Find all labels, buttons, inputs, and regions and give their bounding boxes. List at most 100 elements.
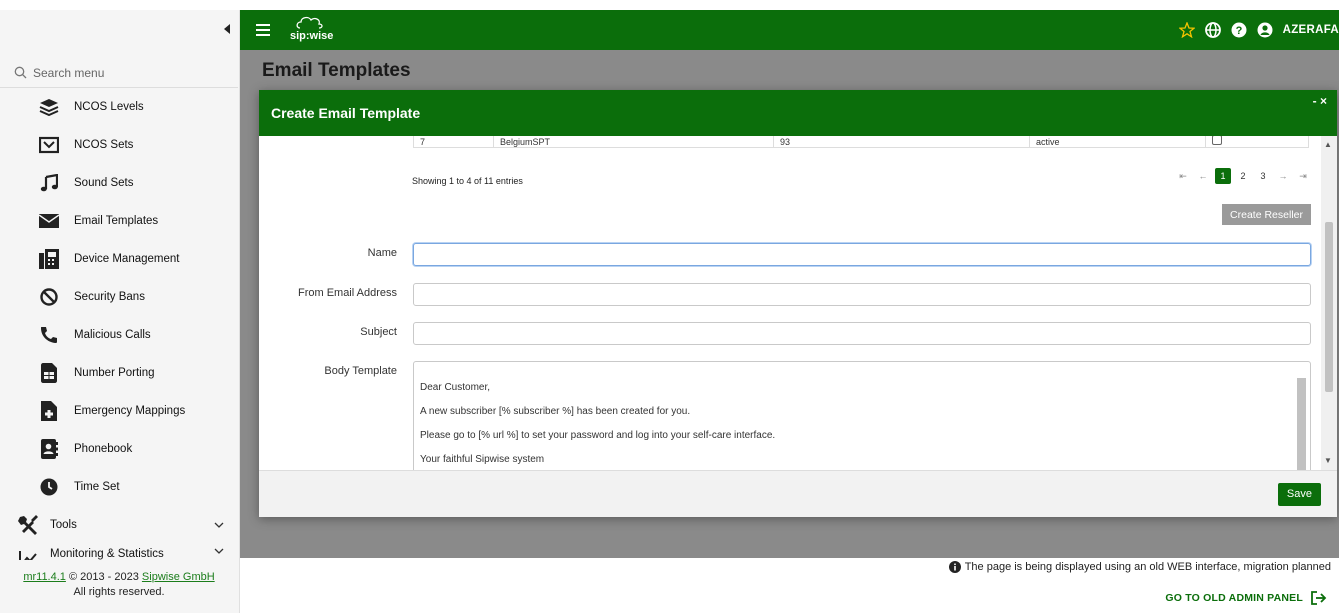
music-note-icon — [38, 172, 60, 194]
sidebar-item-malicious-calls[interactable]: Malicious Calls — [0, 316, 238, 354]
sign-out-icon — [1311, 591, 1327, 605]
svg-text:?: ? — [1235, 25, 1242, 37]
pager-prev[interactable]: ← — [1195, 168, 1211, 184]
table-cell-status: active — [1030, 136, 1206, 147]
sidebar: Search menu NCOS Levels NCOS Sets Sound … — [0, 10, 240, 613]
sidebar-item-email-templates[interactable]: Email Templates — [0, 202, 238, 240]
subject-row: Subject — [259, 322, 1321, 346]
body-template-label: Body Template — [324, 365, 397, 377]
from-email-label: From Email Address — [297, 287, 397, 299]
sidebar-item-monitoring[interactable]: Monitoring & Statistics — [0, 544, 238, 560]
clock-icon — [38, 476, 60, 498]
sidebar-item-label: Tools — [50, 519, 77, 531]
tools-icon — [18, 514, 40, 536]
sidebar-item-ncos-levels[interactable]: NCOS Levels — [0, 88, 238, 126]
table-cell-id: 7 — [414, 136, 494, 147]
body-template-text: Dear Customer, A new subscriber [% subsc… — [420, 382, 776, 465]
modal-title: Create Email Template — [271, 105, 421, 121]
search-input[interactable]: Search menu — [33, 66, 104, 80]
body-template-row: Body Template Dear Customer, A new subsc… — [259, 361, 1321, 470]
star-icon[interactable] — [1178, 22, 1195, 38]
sidebar-item-label: NCOS Sets — [74, 139, 134, 151]
subject-field[interactable] — [413, 322, 1311, 345]
pager-first[interactable]: ⇤ — [1175, 168, 1191, 184]
save-button[interactable]: Save — [1277, 483, 1321, 506]
topbar-actions: ? AZERAFA — [1178, 10, 1339, 50]
envelope-icon — [38, 210, 60, 232]
modal-header: Create Email Template - × — [259, 90, 1337, 136]
user-icon[interactable] — [1257, 22, 1273, 38]
create-reseller-button[interactable]: Create Reseller — [1222, 204, 1311, 225]
sidebar-item-device-management[interactable]: Device Management — [0, 240, 238, 278]
company-link[interactable]: Sipwise GmbH — [142, 571, 215, 583]
entries-info: Showing 1 to 4 of 11 entries — [412, 176, 523, 186]
pager-last[interactable]: ⇥ — [1295, 168, 1311, 184]
subject-label: Subject — [360, 326, 397, 338]
migration-notice: The page is being displayed using an old… — [948, 561, 1331, 573]
sidebar-item-label: Time Set — [74, 481, 120, 493]
table-cell-name: BelgiumSPT — [494, 136, 774, 147]
modal-body: 7 BelgiumSPT 93 active Showing 1 to 4 of… — [259, 136, 1321, 470]
sidebar-item-phonebook[interactable]: Phonebook — [0, 430, 238, 468]
sidebar-item-emergency-mappings[interactable]: Emergency Mappings — [0, 392, 238, 430]
sidebar-menu: NCOS Levels NCOS Sets Sound Sets Email T… — [0, 88, 238, 560]
topbar: sip:wise ? AZERAFA — [240, 10, 1339, 50]
name-row: Name — [259, 243, 1321, 267]
search-menu[interactable]: Search menu — [0, 58, 238, 88]
old-admin-panel-link[interactable]: GO TO OLD ADMIN PANEL — [1165, 591, 1327, 605]
sidebar-item-label: Number Porting — [74, 367, 155, 379]
chevron-down-icon — [214, 522, 224, 528]
version-link[interactable]: mr11.4.1 — [23, 571, 66, 583]
sidebar-item-sound-sets[interactable]: Sound Sets — [0, 164, 238, 202]
sim-card-icon — [38, 362, 60, 384]
pager-next[interactable]: → — [1275, 168, 1291, 184]
sidebar-item-number-porting[interactable]: Number Porting — [0, 354, 238, 392]
pager-page-3[interactable]: 3 — [1255, 168, 1271, 184]
sidebar-item-ncos-sets[interactable]: NCOS Sets — [0, 126, 238, 164]
body-template-field[interactable]: Dear Customer, A new subscriber [% subsc… — [413, 361, 1311, 470]
sipwise-logo[interactable]: sip:wise — [288, 15, 334, 45]
globe-icon[interactable] — [1204, 22, 1221, 38]
sidebar-item-label: Device Management — [74, 253, 180, 265]
sidebar-item-time-set[interactable]: Time Set — [0, 468, 238, 506]
phone-icon — [38, 324, 60, 346]
notice-text: The page is being displayed using an old… — [964, 561, 1331, 573]
table-row[interactable]: 7 BelgiumSPT 93 active — [413, 136, 1309, 148]
search-icon — [14, 66, 27, 79]
logo-text: sip:wise — [290, 30, 334, 42]
sidebar-item-label: Security Bans — [74, 291, 145, 303]
from-email-field[interactable] — [413, 283, 1311, 306]
rights-text: All rights reserved. — [73, 586, 165, 598]
address-book-icon — [38, 438, 60, 460]
hamburger-menu-icon[interactable] — [256, 23, 274, 37]
sidebar-item-label: Sound Sets — [74, 177, 134, 189]
fax-icon — [38, 248, 60, 270]
info-icon — [948, 561, 961, 573]
sidebar-item-security-bans[interactable]: Security Bans — [0, 278, 238, 316]
create-email-template-modal: Create Email Template - × 7 BelgiumSPT 9… — [259, 90, 1337, 517]
help-icon[interactable]: ? — [1231, 22, 1247, 38]
modal-footer: Save — [259, 470, 1337, 517]
ban-icon — [38, 286, 60, 308]
modal-controls[interactable]: - × — [1313, 94, 1327, 108]
chevron-down-icon — [214, 548, 224, 554]
select-checkbox[interactable] — [1212, 136, 1222, 145]
sidebar-item-label: Email Templates — [74, 215, 159, 227]
sidebar-item-tools[interactable]: Tools — [0, 506, 238, 544]
name-field[interactable] — [413, 243, 1311, 266]
table-cell-select — [1206, 136, 1308, 147]
pager-page-1[interactable]: 1 — [1215, 168, 1231, 184]
ncos-sets-icon — [38, 134, 60, 156]
page-title: Email Templates — [262, 60, 411, 81]
modal-scrollbar[interactable]: ▲ ▼ — [1321, 136, 1337, 470]
sidebar-item-label: NCOS Levels — [74, 101, 144, 113]
pagination: ⇤ ← 1 2 3 → ⇥ — [1175, 168, 1311, 184]
old-panel-label: GO TO OLD ADMIN PANEL — [1165, 592, 1303, 604]
username[interactable]: AZERAFA — [1283, 24, 1339, 36]
bottom-bar: The page is being displayed using an old… — [240, 558, 1339, 613]
pager-page-2[interactable]: 2 — [1235, 168, 1251, 184]
name-label: Name — [367, 247, 397, 259]
collapse-sidebar-icon[interactable] — [221, 22, 233, 36]
sidebar-item-label: Monitoring & Statistics — [50, 548, 164, 560]
textarea-scrollbar[interactable] — [1297, 366, 1306, 470]
